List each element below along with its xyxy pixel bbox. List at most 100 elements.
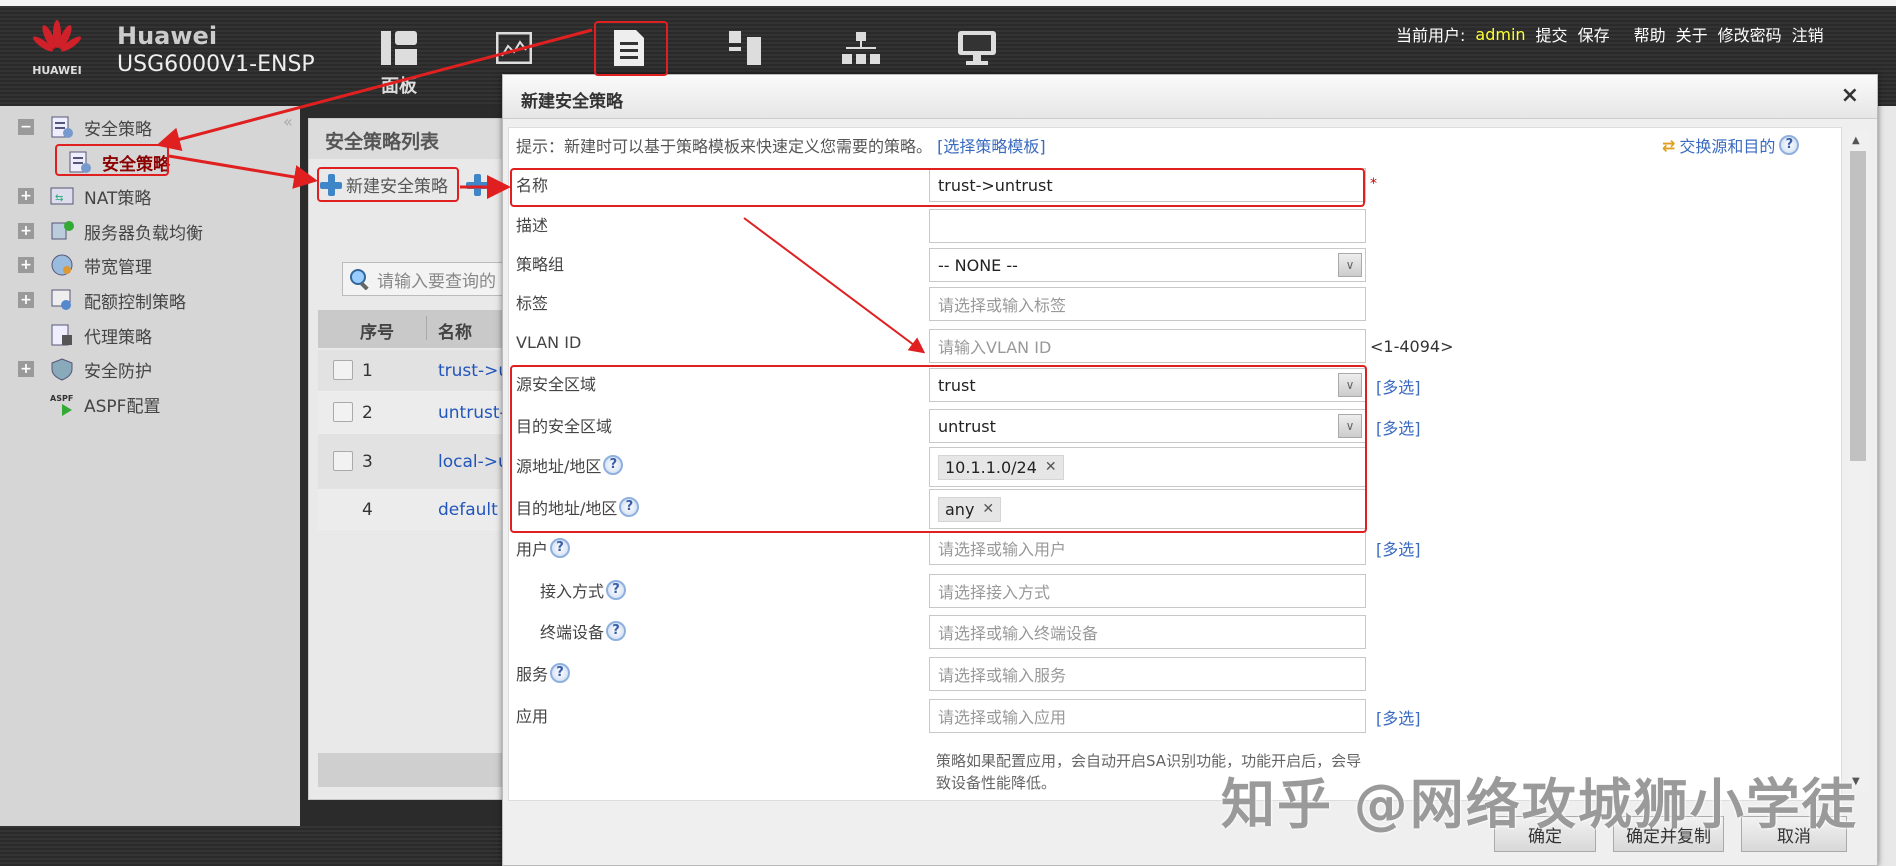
service-input[interactable]: 请选择或输入服务: [929, 657, 1366, 691]
column-header-name[interactable]: 名称: [438, 318, 472, 343]
close-icon[interactable]: ×: [1841, 83, 1859, 108]
save-link[interactable]: 保存: [1578, 22, 1610, 46]
desc-label: 描述: [516, 216, 549, 235]
dashboard-icon: [381, 31, 417, 65]
device-label: 终端设备?: [540, 619, 627, 643]
nav-dashboard-label: 面板: [381, 76, 417, 97]
collapse-icon[interactable]: −: [18, 119, 34, 135]
search-input[interactable]: 请输入要查询的: [342, 262, 512, 296]
user-label: 用户?: [516, 536, 571, 560]
app-input[interactable]: 请选择或输入应用: [929, 699, 1366, 733]
row-checkbox[interactable]: [333, 402, 353, 422]
user-input[interactable]: 请选择或输入用户: [929, 531, 1366, 565]
required-mark: *: [1370, 176, 1377, 192]
access-input[interactable]: 请选择接入方式: [929, 574, 1366, 608]
help-icon[interactable]: ?: [550, 663, 571, 683]
nav-object[interactable]: [716, 26, 776, 70]
help-icon[interactable]: ?: [550, 538, 571, 558]
expand-icon[interactable]: +: [18, 361, 34, 377]
row-checkbox[interactable]: [333, 451, 353, 471]
scroll-up-icon[interactable]: ▲: [1852, 135, 1860, 146]
dst-zone-select[interactable]: untrust ∨: [929, 409, 1366, 443]
brand-name: Huawei: [117, 22, 218, 50]
huawei-logo: HUAWEI: [24, 20, 90, 82]
chevron-down-icon[interactable]: ∨: [1338, 253, 1362, 277]
top-right-links: 当前用户: admin 提交 保存 帮助 关于 修改密码 注销: [1396, 22, 1824, 46]
app-multi-link[interactable]: [多选]: [1376, 705, 1421, 729]
change-password-link[interactable]: 修改密码: [1718, 22, 1782, 46]
expand-icon[interactable]: +: [18, 188, 34, 204]
chevron-down-icon[interactable]: ∨: [1338, 414, 1362, 438]
user-label: 当前用户:: [1396, 26, 1466, 45]
expand-icon[interactable]: +: [18, 292, 34, 308]
src-addr-input[interactable]: 10.1.1.0/24 ✕: [929, 447, 1366, 487]
remove-tag-icon[interactable]: ✕: [982, 501, 994, 517]
policy-name-link[interactable]: untrust-: [438, 403, 506, 423]
name-input[interactable]: trust->untrust: [929, 168, 1366, 202]
expand-icon[interactable]: +: [18, 223, 34, 239]
user-multi-link[interactable]: [多选]: [1376, 536, 1421, 560]
watermark: 知乎 @网络攻城狮小学徒: [1221, 773, 1858, 836]
name-label: 名称: [516, 176, 549, 195]
help-icon[interactable]: ?: [606, 580, 627, 600]
column-header-num[interactable]: 序号: [360, 318, 394, 343]
table-header: 序号 名称: [318, 310, 508, 348]
access-label: 接入方式?: [540, 578, 627, 602]
row-checkbox[interactable]: [333, 360, 353, 380]
desc-input[interactable]: [929, 209, 1366, 243]
collapse-sidebar-icon[interactable]: «: [283, 112, 293, 131]
help-icon[interactable]: ?: [606, 621, 627, 641]
vlan-label: VLAN ID: [516, 333, 582, 352]
plus-icon: [320, 173, 342, 196]
src-zone-multi-link[interactable]: [多选]: [1376, 374, 1421, 398]
security-policy-icon: [51, 116, 73, 138]
table-row[interactable]: 4 default: [318, 490, 508, 530]
swap-src-dst-link[interactable]: ⇄ 交换源和目的?: [1662, 133, 1800, 157]
logout-link[interactable]: 注销: [1792, 22, 1824, 46]
hint-text: 提示：新建时可以基于策略模板来快速定义您需要的策略。 [选择策略模板]: [516, 137, 1046, 156]
nav-policy[interactable]: [599, 26, 659, 70]
panel-title: 安全策略列表: [309, 119, 507, 159]
device-input[interactable]: 请选择或输入终端设备: [929, 615, 1366, 649]
nav-dashboard[interactable]: [369, 26, 429, 70]
help-link[interactable]: 帮助: [1634, 22, 1666, 46]
nat-icon: ⇆: [50, 187, 74, 205]
background-page-edge: [1878, 106, 1896, 866]
policy-group-select[interactable]: -- NONE -- ∨: [929, 248, 1366, 282]
device-name: USG6000V1-ENSP: [117, 52, 315, 77]
about-link[interactable]: 关于: [1676, 22, 1708, 46]
nav-monitor[interactable]: [484, 26, 544, 70]
search-icon: [350, 269, 369, 290]
scrollbar-thumb[interactable]: [1850, 151, 1866, 461]
app-label: 应用: [516, 707, 549, 726]
help-icon[interactable]: ?: [603, 455, 624, 475]
select-template-link[interactable]: [选择策略模板]: [937, 137, 1046, 156]
new-security-policy-button[interactable]: 新建安全策略: [320, 172, 488, 197]
current-user: admin: [1475, 24, 1526, 44]
shield-icon: [51, 358, 73, 381]
help-icon[interactable]: ?: [619, 497, 640, 517]
dst-addr-input[interactable]: any ✕: [929, 489, 1366, 529]
table-row[interactable]: 2 untrust-: [318, 392, 508, 434]
policy-name-link[interactable]: trust->u: [438, 361, 509, 381]
table-row[interactable]: 3 local->u: [318, 434, 509, 490]
tag-input[interactable]: 请选择或输入标签: [929, 287, 1366, 321]
src-zone-label: 源安全区域: [516, 375, 597, 394]
chevron-down-icon[interactable]: ∨: [1338, 373, 1362, 397]
remove-tag-icon[interactable]: ✕: [1045, 459, 1057, 475]
nav-system[interactable]: [947, 26, 1007, 70]
quota-icon: [51, 289, 71, 310]
policy-name-link[interactable]: default: [438, 500, 498, 520]
expand-icon[interactable]: +: [18, 257, 34, 273]
help-icon[interactable]: ?: [1779, 135, 1800, 155]
policy-name-link[interactable]: local->u: [438, 452, 509, 472]
vlan-input[interactable]: 请输入VLAN ID: [929, 329, 1366, 363]
service-label: 服务?: [516, 661, 571, 685]
dialog-scrollbar[interactable]: ▲ ▼: [1847, 131, 1869, 791]
src-zone-select[interactable]: trust ∨: [929, 368, 1366, 402]
submit-link[interactable]: 提交: [1536, 22, 1568, 46]
nav-network[interactable]: [831, 26, 891, 70]
table-row[interactable]: 1 trust->u: [318, 350, 509, 392]
aspf-icon: ASPF: [50, 394, 73, 416]
dst-zone-multi-link[interactable]: [多选]: [1376, 415, 1421, 439]
